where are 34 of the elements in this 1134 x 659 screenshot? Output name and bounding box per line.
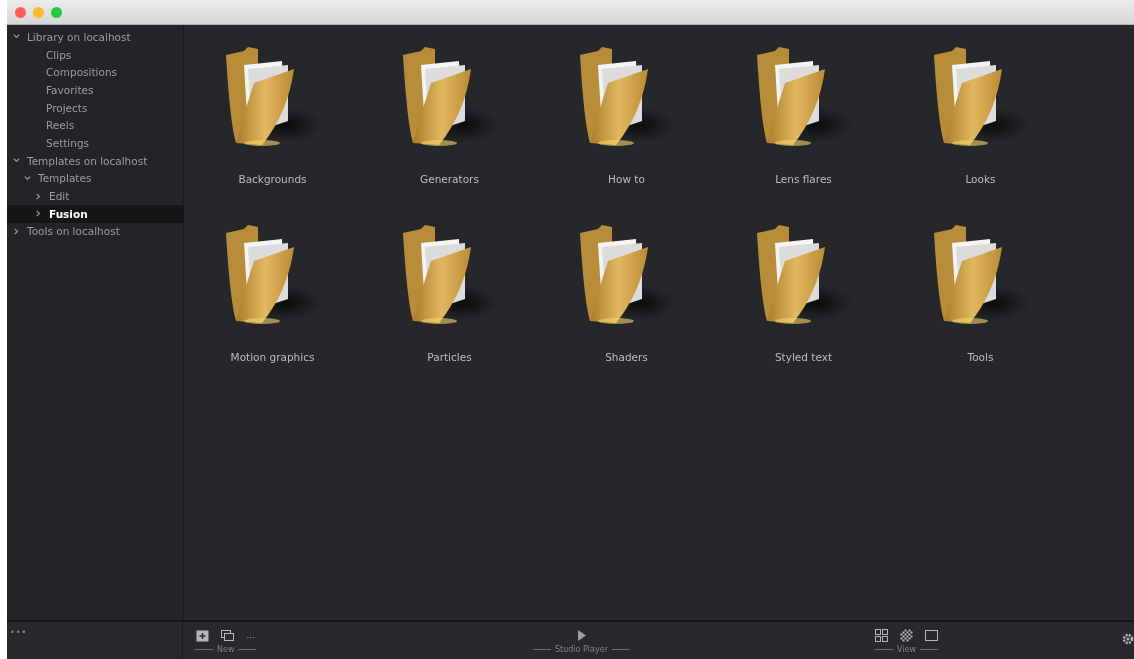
tree-item[interactable]: Templates bbox=[7, 169, 183, 188]
tree-item[interactable]: Settings bbox=[7, 134, 183, 152]
more-dots[interactable]: ••• bbox=[10, 628, 28, 637]
tree-item[interactable]: Fusion bbox=[7, 204, 183, 223]
more-button[interactable]: ... bbox=[246, 630, 255, 640]
folder-label[interactable]: Styled text bbox=[774, 351, 833, 363]
tree-item[interactable]: Edit bbox=[7, 187, 183, 205]
chevron-right-icon[interactable] bbox=[12, 226, 21, 236]
folder-label[interactable]: Motion graphics bbox=[230, 351, 315, 363]
tree-item[interactable]: Reels bbox=[7, 116, 183, 135]
group-label: Studio Player bbox=[555, 645, 608, 654]
tree-item[interactable]: Templates on localhost bbox=[7, 151, 183, 170]
folder-label[interactable]: Lens flares bbox=[775, 173, 832, 185]
group-label: View bbox=[897, 645, 916, 654]
stack-icon[interactable] bbox=[221, 628, 235, 642]
tree-item[interactable]: Projects bbox=[7, 98, 183, 117]
folder-label[interactable]: Backgrounds bbox=[238, 173, 307, 185]
folder-label[interactable]: Generators bbox=[420, 173, 479, 185]
folder-label[interactable]: Looks bbox=[965, 173, 996, 185]
tree-item[interactable]: Tools on localhost bbox=[7, 222, 183, 241]
group-label: New bbox=[217, 645, 235, 654]
folder-label[interactable]: Tools bbox=[967, 351, 994, 363]
folder-label[interactable]: Particles bbox=[427, 351, 472, 363]
checker-icon[interactable] bbox=[900, 628, 913, 642]
tree-item[interactable]: Library on localhost bbox=[7, 28, 183, 46]
grid-view-icon[interactable] bbox=[875, 628, 888, 642]
single-view-icon[interactable] bbox=[925, 628, 938, 642]
tree-item[interactable]: Compositions bbox=[7, 63, 183, 82]
tree-item[interactable]: Favorites bbox=[7, 81, 183, 99]
folder-label[interactable]: Shaders bbox=[605, 351, 648, 363]
tree-item[interactable]: Clips bbox=[7, 45, 183, 64]
settings-icon[interactable] bbox=[1122, 633, 1134, 645]
folder-label[interactable]: How to bbox=[608, 173, 645, 185]
add-folder-icon[interactable] bbox=[196, 628, 210, 642]
